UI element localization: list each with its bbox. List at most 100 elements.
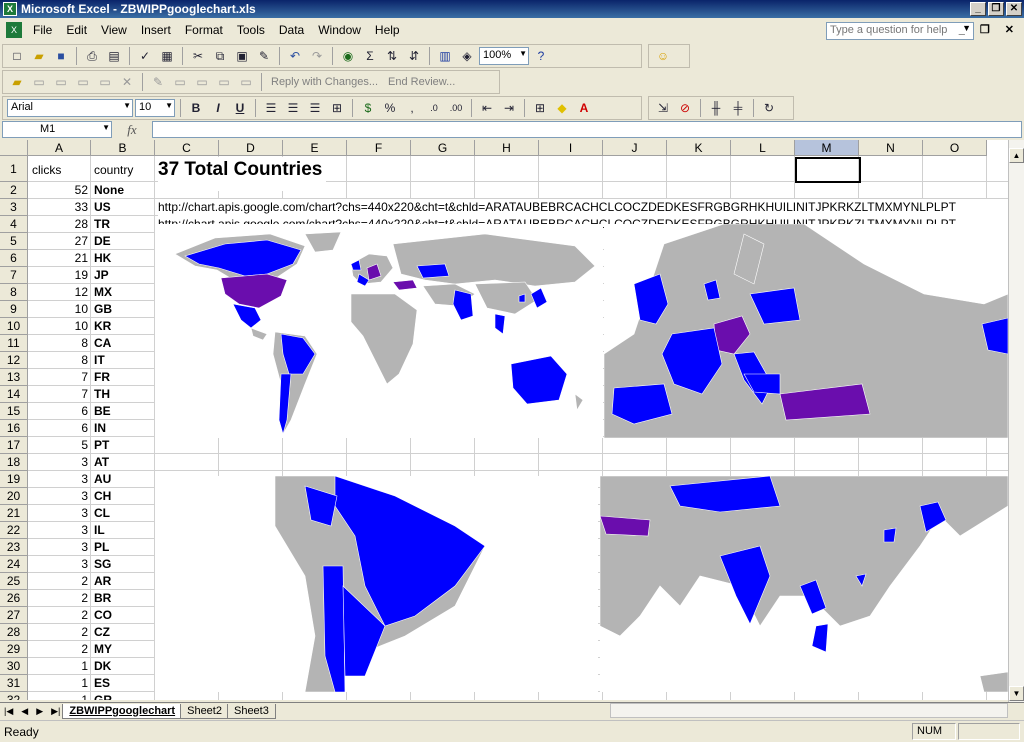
chevron-down-icon[interactable]: ▼ (165, 101, 173, 110)
redo-icon[interactable]: ↷ (307, 46, 327, 66)
cell-country[interactable]: None (92, 182, 154, 199)
column-header-l[interactable]: L (731, 140, 795, 156)
spelling-icon[interactable]: ✓ (135, 46, 155, 66)
cell-clicks[interactable]: 19 (29, 267, 91, 284)
column-header-f[interactable]: F (347, 140, 411, 156)
menu-tools[interactable]: Tools (230, 23, 272, 37)
row-header-14[interactable]: 14 (0, 386, 28, 403)
sort-ascending-icon[interactable]: ⇅ (382, 46, 402, 66)
cell-country[interactable]: FR (92, 369, 154, 386)
cell-country[interactable]: MY (92, 641, 154, 658)
column-header-b[interactable]: B (91, 140, 155, 156)
close-button[interactable]: ✕ (1006, 2, 1022, 16)
menu-insert[interactable]: Insert (134, 23, 178, 37)
edit-comment-icon[interactable]: ✎ (148, 72, 168, 92)
cell-country[interactable]: TR (92, 216, 154, 233)
cell-country[interactable]: AU (92, 471, 154, 488)
merge-center-icon[interactable]: ⊞ (327, 98, 347, 118)
cell-country[interactable]: IN (92, 420, 154, 437)
column-header-m[interactable]: M (795, 140, 859, 156)
cell-c3-url[interactable]: http://chart.apis.google.com/chart?chs=4… (158, 199, 1008, 216)
row-header-5[interactable]: 5 (0, 233, 28, 250)
next-sheet-icon[interactable]: ▶ (32, 706, 47, 717)
reply-with-changes-button[interactable]: Reply with Changes... (267, 76, 382, 88)
title-cell-c1[interactable]: 37 Total Countries (158, 157, 327, 191)
cell-b1[interactable]: country (92, 162, 154, 179)
spreadsheet-grid[interactable]: A B C D E F G H I J K L M N O 1 2 3 4 5 6 7 8 9 10 11 12 13 14 15 16 17… (0, 140, 1008, 700)
cell-country[interactable]: CA (92, 335, 154, 352)
underline-icon[interactable]: U (230, 98, 250, 118)
cell-country[interactable]: IT (92, 352, 154, 369)
column-header-e[interactable]: E (283, 140, 347, 156)
row-header-4[interactable]: 4 (0, 216, 28, 233)
row-header-21[interactable]: 21 (0, 505, 28, 522)
print-preview-icon[interactable]: ▤ (104, 46, 124, 66)
increase-decimal-icon[interactable]: .0 (424, 98, 444, 118)
cell-country[interactable]: JP (92, 267, 154, 284)
bold-icon[interactable]: B (186, 98, 206, 118)
row-header-12[interactable]: 12 (0, 352, 28, 369)
cell-country[interactable]: DE (92, 233, 154, 250)
format-painter-icon[interactable]: ✎ (254, 46, 274, 66)
column-header-g[interactable]: G (411, 140, 475, 156)
row-header-13[interactable]: 13 (0, 369, 28, 386)
align-right-icon[interactable]: ☰ (305, 98, 325, 118)
row-header-3[interactable]: 3 (0, 199, 28, 216)
trace-precedents-icon[interactable]: ⇲ (653, 98, 673, 118)
fill-color-icon[interactable]: ◆ (552, 98, 572, 118)
cell-clicks[interactable]: 10 (29, 301, 91, 318)
cell-clicks[interactable]: 2 (29, 607, 91, 624)
cut-icon[interactable]: ✂ (188, 46, 208, 66)
minimize-button[interactable]: _ (970, 2, 986, 16)
scroll-up-icon[interactable]: ▲ (1009, 148, 1024, 163)
name-box[interactable]: M1 ▼ (2, 121, 112, 138)
attach-icon[interactable]: ▭ (95, 72, 115, 92)
zoom-select[interactable]: 100% ▼ (479, 47, 529, 65)
cell-country[interactable]: ES (92, 675, 154, 692)
column-header-n[interactable]: N (859, 140, 923, 156)
copy-icon[interactable]: ⧉ (210, 46, 230, 66)
scroll-down-icon[interactable]: ▼ (1009, 686, 1024, 701)
row-header-18[interactable]: 18 (0, 454, 28, 471)
prev-sheet-icon[interactable]: ◀ (17, 706, 32, 717)
save-icon[interactable]: ■ (51, 46, 71, 66)
autosum-icon[interactable]: Σ (360, 46, 380, 66)
cell-country[interactable]: US (92, 199, 154, 216)
row-header-24[interactable]: 24 (0, 556, 28, 573)
row-header-30[interactable]: 30 (0, 658, 28, 675)
restore-button[interactable]: ❐ (988, 2, 1004, 16)
cell-country[interactable]: CH (92, 488, 154, 505)
cell-clicks[interactable]: 1 (29, 658, 91, 675)
sheet-tab-sheet2[interactable]: Sheet2 (180, 703, 229, 719)
chevron-down-icon[interactable]: ▼ (123, 101, 131, 110)
cell-country[interactable]: BR (92, 590, 154, 607)
track-changes-icon[interactable]: ▭ (214, 72, 234, 92)
font-color-icon[interactable]: A (574, 98, 594, 118)
cell-clicks[interactable]: 7 (29, 386, 91, 403)
menu-help[interactable]: Help (368, 23, 407, 37)
cell-country[interactable]: CZ (92, 624, 154, 641)
formula-input[interactable] (152, 121, 1022, 138)
cell-country[interactable]: PT (92, 437, 154, 454)
row-header-9[interactable]: 9 (0, 301, 28, 318)
cell-clicks[interactable]: 3 (29, 539, 91, 556)
cell-country[interactable]: CL (92, 505, 154, 522)
cell-clicks[interactable]: 6 (29, 420, 91, 437)
open-icon[interactable]: ▰ (29, 46, 49, 66)
sheet-tab-zbwipp[interactable]: ZBWIPPgooglechart (62, 703, 183, 719)
cell-clicks[interactable]: 3 (29, 556, 91, 573)
cell-clicks[interactable]: 12 (29, 284, 91, 301)
column-header-i[interactable]: I (539, 140, 603, 156)
mail-forward-icon[interactable]: ▭ (73, 72, 93, 92)
increase-indent-icon[interactable]: ⇥ (499, 98, 519, 118)
mail-reply-icon[interactable]: ▭ (51, 72, 71, 92)
cell-clicks[interactable]: 2 (29, 590, 91, 607)
cell-country[interactable]: DK (92, 658, 154, 675)
cell-clicks[interactable]: 2 (29, 641, 91, 658)
cell-clicks[interactable]: 8 (29, 335, 91, 352)
cell-country[interactable]: MX (92, 284, 154, 301)
end-review-button[interactable]: End Review... (384, 76, 459, 88)
remove-arrows-icon[interactable]: ⊘ (675, 98, 695, 118)
cell-country[interactable]: BE (92, 403, 154, 420)
column-header-j[interactable]: J (603, 140, 667, 156)
